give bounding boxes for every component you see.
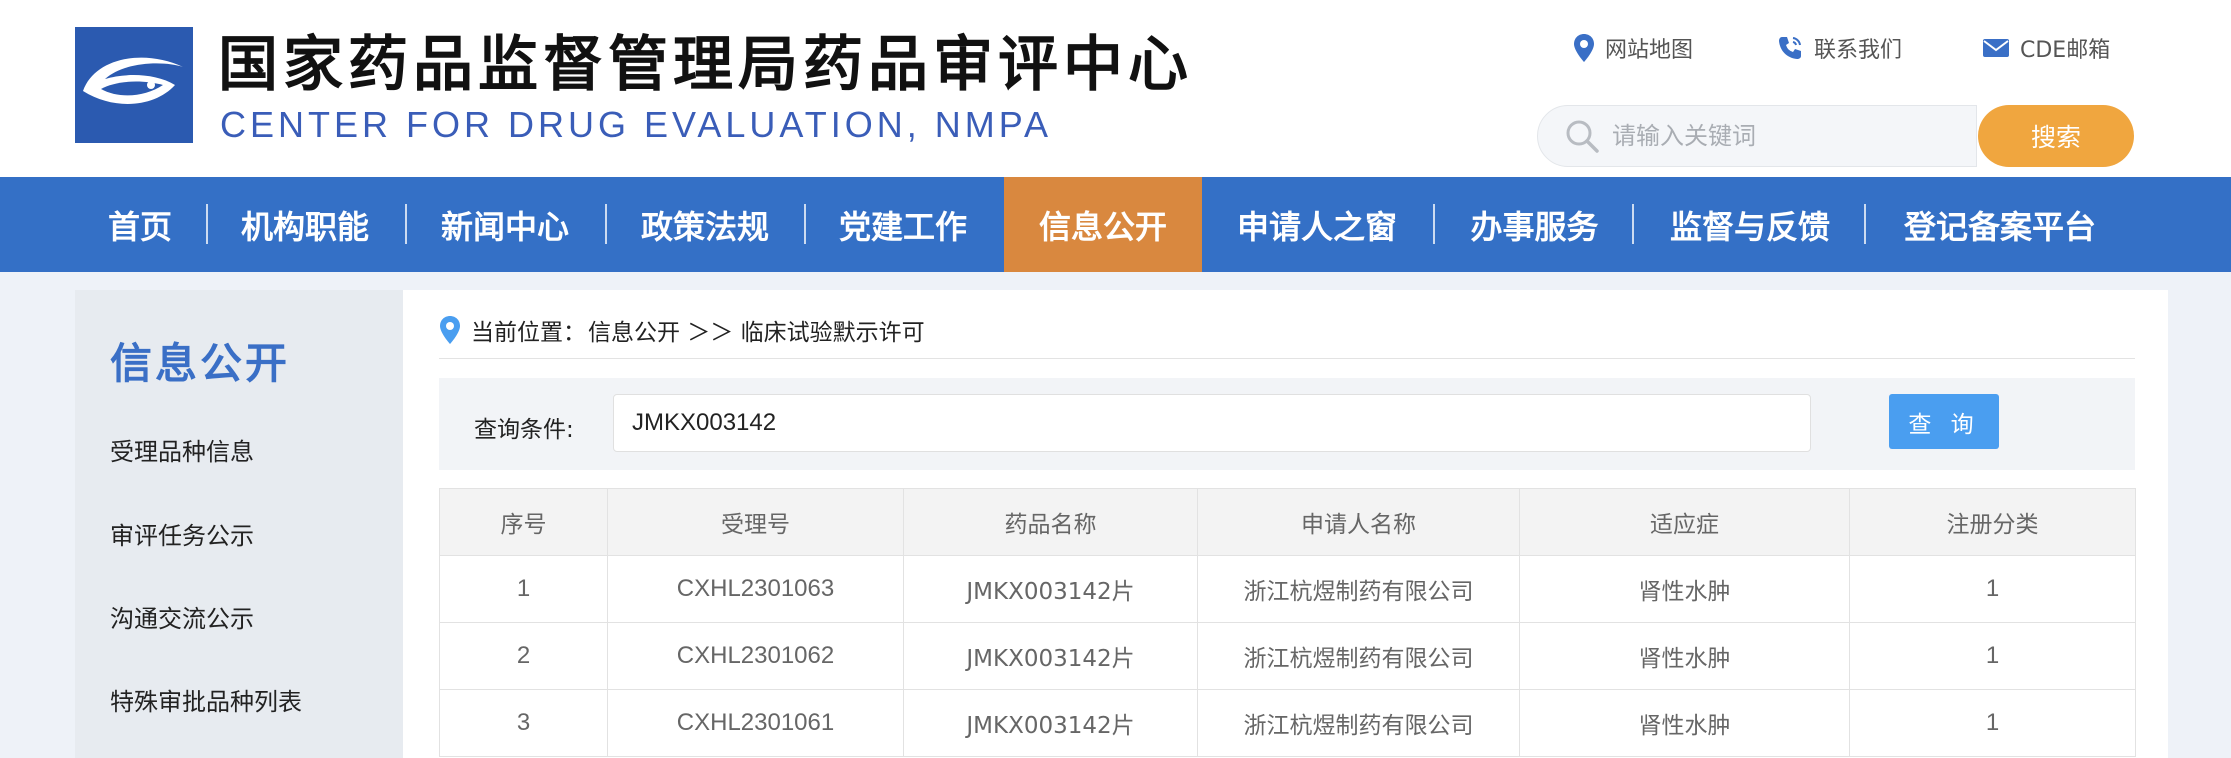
table-row[interactable]: 1 CXHL2301063 JMKX003142片 浙江杭煜制药有限公司 肾性水… — [439, 555, 2136, 623]
column-header-drug-name: 药品名称 — [903, 488, 1198, 556]
cde-mail-link-label: CDE邮箱 — [2020, 38, 2111, 63]
nav-item-services[interactable]: 办事服务 — [1452, 177, 1617, 272]
sidebar: 信息公开 受理品种信息 审评任务公示 沟通交流公示 特殊审批品种列表 — [75, 290, 403, 758]
cell-acceptance-no: CXHL2301062 — [607, 622, 904, 690]
cell-indication: 肾性水肿 — [1519, 689, 1850, 757]
sidebar-item-accepted-varieties[interactable]: 受理品种信息 — [110, 432, 254, 467]
table-row[interactable]: 3 CXHL2301061 JMKX003142片 浙江杭煜制药有限公司 肾性水… — [439, 689, 2136, 757]
results-table: 序号 受理号 药品名称 申请人名称 适应症 注册分类 1 CXHL2301063… — [439, 488, 2136, 757]
nav-item-info-disclosure[interactable]: 信息公开 — [1004, 177, 1202, 272]
main-content: 当前位置： 信息公开 ＞＞ 临床试验默示许可 查询条件: 查 询 序号 受理号 … — [403, 290, 2168, 758]
sidebar-title: 信息公开 — [110, 339, 291, 388]
sidebar-item-review-tasks[interactable]: 审评任务公示 — [110, 516, 254, 551]
breadcrumb-prefix: 当前位置： — [471, 320, 586, 346]
search-input[interactable] — [1612, 122, 1972, 150]
location-pin-icon — [1574, 34, 1594, 62]
search-button[interactable]: 搜索 — [1978, 105, 2134, 167]
sidebar-item-communication[interactable]: 沟通交流公示 — [110, 599, 254, 634]
column-header-index: 序号 — [439, 488, 608, 556]
cde-mail-link[interactable]: CDE邮箱 — [1982, 30, 2110, 66]
sitemap-link[interactable]: 网站地图 — [1573, 30, 1693, 66]
nav-item-party[interactable]: 党建工作 — [818, 177, 988, 272]
nav-separator — [405, 204, 407, 244]
column-header-acceptance-no: 受理号 — [607, 488, 904, 556]
nav-item-applicant-window[interactable]: 申请人之窗 — [1222, 177, 1412, 272]
cell-applicant: 浙江杭煜制药有限公司 — [1197, 622, 1520, 690]
cell-applicant: 浙江杭煜制药有限公司 — [1197, 689, 1520, 757]
cell-registration-class: 1 — [1849, 689, 2136, 757]
mail-icon — [1983, 39, 2009, 57]
cell-acceptance-no: CXHL2301061 — [607, 689, 904, 757]
cell-drug-name: JMKX003142片 — [903, 555, 1198, 623]
search-icon — [1566, 120, 1599, 153]
nav-item-supervision[interactable]: 监督与反馈 — [1650, 177, 1850, 272]
nav-item-functions[interactable]: 机构职能 — [220, 177, 390, 272]
cell-indication: 肾性水肿 — [1519, 622, 1850, 690]
query-button[interactable]: 查 询 — [1889, 394, 1999, 449]
nav-item-registration[interactable]: 登记备案平台 — [1890, 177, 2110, 272]
site-title: 国家药品监督管理局药品审评中心 — [218, 30, 1193, 100]
cell-drug-name: JMKX003142片 — [903, 689, 1198, 757]
search-box — [1537, 105, 1977, 167]
nav-item-home[interactable]: 首页 — [85, 177, 195, 272]
cell-index: 2 — [439, 622, 608, 690]
nav-item-news[interactable]: 新闻中心 — [420, 177, 590, 272]
nav-separator — [206, 204, 208, 244]
sidebar-item-special-approval[interactable]: 特殊审批品种列表 — [110, 682, 302, 717]
cell-acceptance-no: CXHL2301063 — [607, 555, 904, 623]
breadcrumb-path: 信息公开 ＞＞ 临床试验默示许可 — [588, 320, 925, 346]
column-header-indication: 适应症 — [1519, 488, 1850, 556]
cell-applicant: 浙江杭煜制药有限公司 — [1197, 555, 1520, 623]
query-input[interactable] — [613, 394, 1811, 452]
column-header-registration-class: 注册分类 — [1849, 488, 2136, 556]
column-header-applicant: 申请人名称 — [1197, 488, 1520, 556]
query-label: 查询条件: — [474, 417, 574, 443]
contact-link[interactable]: 联系我们 — [1776, 30, 1902, 66]
query-panel: 查询条件: 查 询 — [439, 378, 2135, 470]
location-pin-icon — [440, 316, 460, 344]
breadcrumb: 当前位置： 信息公开 ＞＞ 临床试验默示许可 — [439, 312, 925, 348]
table-header-row: 序号 受理号 药品名称 申请人名称 适应症 注册分类 — [439, 488, 2136, 556]
nav-separator — [1433, 204, 1435, 244]
nav-separator — [605, 204, 607, 244]
cell-indication: 肾性水肿 — [1519, 555, 1850, 623]
cell-drug-name: JMKX003142片 — [903, 622, 1198, 690]
cell-registration-class: 1 — [1849, 555, 2136, 623]
breadcrumb-divider — [439, 358, 2135, 359]
contact-link-label: 联系我们 — [1814, 38, 1903, 63]
site-header: 国家药品监督管理局药品审评中心 CENTER FOR DRUG EVALUATI… — [0, 0, 2231, 177]
cell-index: 1 — [439, 555, 608, 623]
main-nav: 首页 机构职能 新闻中心 政策法规 党建工作 信息公开 申请人之窗 办事服务 监… — [0, 177, 2231, 272]
nav-separator — [1864, 204, 1866, 244]
cell-registration-class: 1 — [1849, 622, 2136, 690]
site-subtitle: CENTER FOR DRUG EVALUATION, NMPA — [220, 104, 1053, 145]
cde-logo[interactable] — [75, 27, 193, 143]
nav-item-policy[interactable]: 政策法规 — [620, 177, 790, 272]
phone-icon — [1779, 37, 1801, 59]
table-row[interactable]: 2 CXHL2301062 JMKX003142片 浙江杭煜制药有限公司 肾性水… — [439, 622, 2136, 690]
cell-index: 3 — [439, 689, 608, 757]
nav-separator — [1632, 204, 1634, 244]
nav-separator — [804, 204, 806, 244]
sitemap-link-label: 网站地图 — [1605, 38, 1694, 63]
